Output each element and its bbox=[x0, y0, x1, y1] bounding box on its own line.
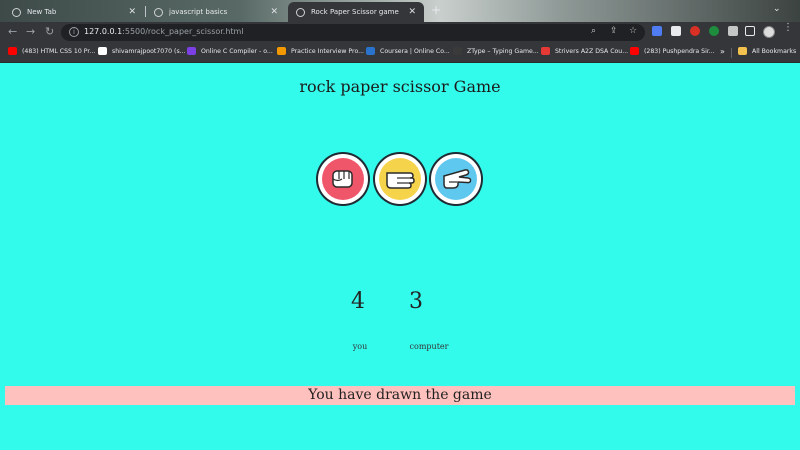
bookmark-label: Strivers A2Z DSA Cou... bbox=[555, 47, 629, 55]
bookmark-divider bbox=[731, 48, 732, 58]
bookmark-item[interactable]: Coursera | Online Co... bbox=[366, 47, 450, 55]
folder-icon bbox=[738, 47, 747, 55]
forward-arrow-icon[interactable]: → bbox=[26, 25, 35, 39]
ublock-icon[interactable] bbox=[690, 26, 700, 36]
address-bar[interactable]: i 127.0.0.1:5500/rock_paper_scissor.html… bbox=[61, 24, 645, 41]
bookmark-item[interactable]: (283) Pushpendra Sir... bbox=[630, 47, 715, 55]
bookmark-label: Coursera | Online Co... bbox=[380, 47, 450, 55]
close-icon[interactable]: ✕ bbox=[408, 7, 416, 17]
rock-choice-button[interactable] bbox=[318, 154, 368, 204]
all-bookmarks[interactable]: All Bookmarks bbox=[738, 47, 796, 55]
tab-new-tab[interactable]: New Tab ✕ bbox=[4, 2, 144, 22]
page-title: rock paper scissor Game bbox=[299, 77, 501, 96]
game-page: rock paper scissor Game 4 3 you computer… bbox=[0, 64, 800, 450]
all-bookmarks-label: All Bookmarks bbox=[752, 47, 797, 55]
scissors-choice-button[interactable] bbox=[431, 154, 481, 204]
bookmark-label: (483) HTML CSS 10 Pr... bbox=[22, 47, 96, 55]
extension-icon[interactable] bbox=[671, 26, 681, 36]
close-icon[interactable]: ✕ bbox=[128, 7, 136, 17]
side-panel-icon[interactable] bbox=[745, 26, 755, 36]
striver-icon bbox=[541, 47, 550, 55]
bookmark-item[interactable]: (483) HTML CSS 10 Pr... bbox=[8, 47, 95, 55]
user-score: 4 bbox=[351, 289, 365, 314]
compiler-icon bbox=[187, 47, 196, 55]
tab-label: New Tab bbox=[27, 8, 57, 16]
bookmark-item[interactable]: Online C Compiler - o... bbox=[187, 47, 273, 55]
site-info-icon[interactable]: i bbox=[69, 27, 79, 37]
url-host: 127.0.0.1 bbox=[84, 27, 123, 36]
bookmark-label: Online C Compiler - o... bbox=[201, 47, 273, 55]
coursera-icon bbox=[366, 47, 375, 55]
ztype-icon bbox=[453, 47, 462, 55]
close-icon[interactable]: ✕ bbox=[270, 7, 278, 17]
bookmark-label: ZType – Typing Game... bbox=[467, 47, 539, 55]
bookmark-label: (283) Pushpendra Sir... bbox=[644, 47, 715, 55]
puzzle-icon[interactable] bbox=[728, 26, 738, 36]
globe-icon bbox=[12, 7, 21, 17]
github-icon bbox=[98, 47, 107, 55]
scissors-hand-icon bbox=[443, 169, 472, 189]
new-tab-icon[interactable]: + bbox=[431, 3, 441, 17]
paper-hand-icon bbox=[386, 172, 415, 189]
bookmark-item[interactable]: ZType – Typing Game... bbox=[453, 47, 539, 55]
tab-label: Rock Paper Scissor game bbox=[311, 8, 399, 16]
tab-rock-paper-scissor[interactable]: Rock Paper Scissor game ✕ bbox=[288, 2, 424, 22]
extension-icon[interactable] bbox=[652, 26, 662, 36]
url-text: 127.0.0.1:5500/rock_paper_scissor.html bbox=[84, 27, 244, 36]
browser-tab-strip: New Tab ✕ javascript basics ✕ Rock Paper… bbox=[0, 0, 800, 22]
youtube-icon bbox=[8, 47, 17, 55]
avatar[interactable] bbox=[763, 26, 775, 38]
bookmark-item[interactable]: shivamrajpoot7070 (s... bbox=[98, 47, 186, 55]
share-icon[interactable]: ⇪ bbox=[610, 26, 618, 36]
computer-score-label: computer bbox=[409, 342, 449, 351]
rock-hand-icon bbox=[332, 170, 353, 188]
user-score-label: you bbox=[352, 342, 368, 351]
globe-icon bbox=[154, 7, 163, 17]
browser-toolbar: ← → ↻ i 127.0.0.1:5500/rock_paper_scisso… bbox=[0, 22, 800, 43]
bookmark-label: shivamrajpoot7070 (s... bbox=[112, 47, 186, 55]
zoom-icon[interactable]: ⌕ bbox=[591, 26, 596, 36]
menu-icon[interactable]: ⋮ bbox=[783, 23, 793, 33]
interview-icon bbox=[277, 47, 286, 55]
bookmark-star-icon[interactable]: ☆ bbox=[629, 26, 637, 36]
tab-javascript-basics[interactable]: javascript basics ✕ bbox=[146, 2, 286, 22]
more-bookmarks-icon[interactable]: » bbox=[720, 47, 725, 56]
chevron-down-icon[interactable]: ⌄ bbox=[773, 4, 781, 14]
bookmarks-bar: (483) HTML CSS 10 Pr... shivamrajpoot707… bbox=[0, 43, 800, 63]
reload-icon[interactable]: ↻ bbox=[45, 25, 54, 39]
paper-choice-button[interactable] bbox=[375, 154, 425, 204]
globe-icon bbox=[296, 7, 305, 17]
bookmark-item[interactable]: Strivers A2Z DSA Cou... bbox=[541, 47, 628, 55]
bookmark-label: Practice Interview Pro... bbox=[291, 47, 365, 55]
url-path: :5500/rock_paper_scissor.html bbox=[122, 27, 244, 36]
computer-score: 3 bbox=[409, 289, 423, 314]
youtube-icon bbox=[630, 47, 639, 55]
bookmark-item[interactable]: Practice Interview Pro... bbox=[277, 47, 364, 55]
extension-icon[interactable] bbox=[709, 26, 719, 36]
tab-label: javascript basics bbox=[169, 8, 228, 16]
result-message: You have drawn the game bbox=[5, 386, 795, 405]
back-arrow-icon[interactable]: ← bbox=[8, 25, 17, 39]
